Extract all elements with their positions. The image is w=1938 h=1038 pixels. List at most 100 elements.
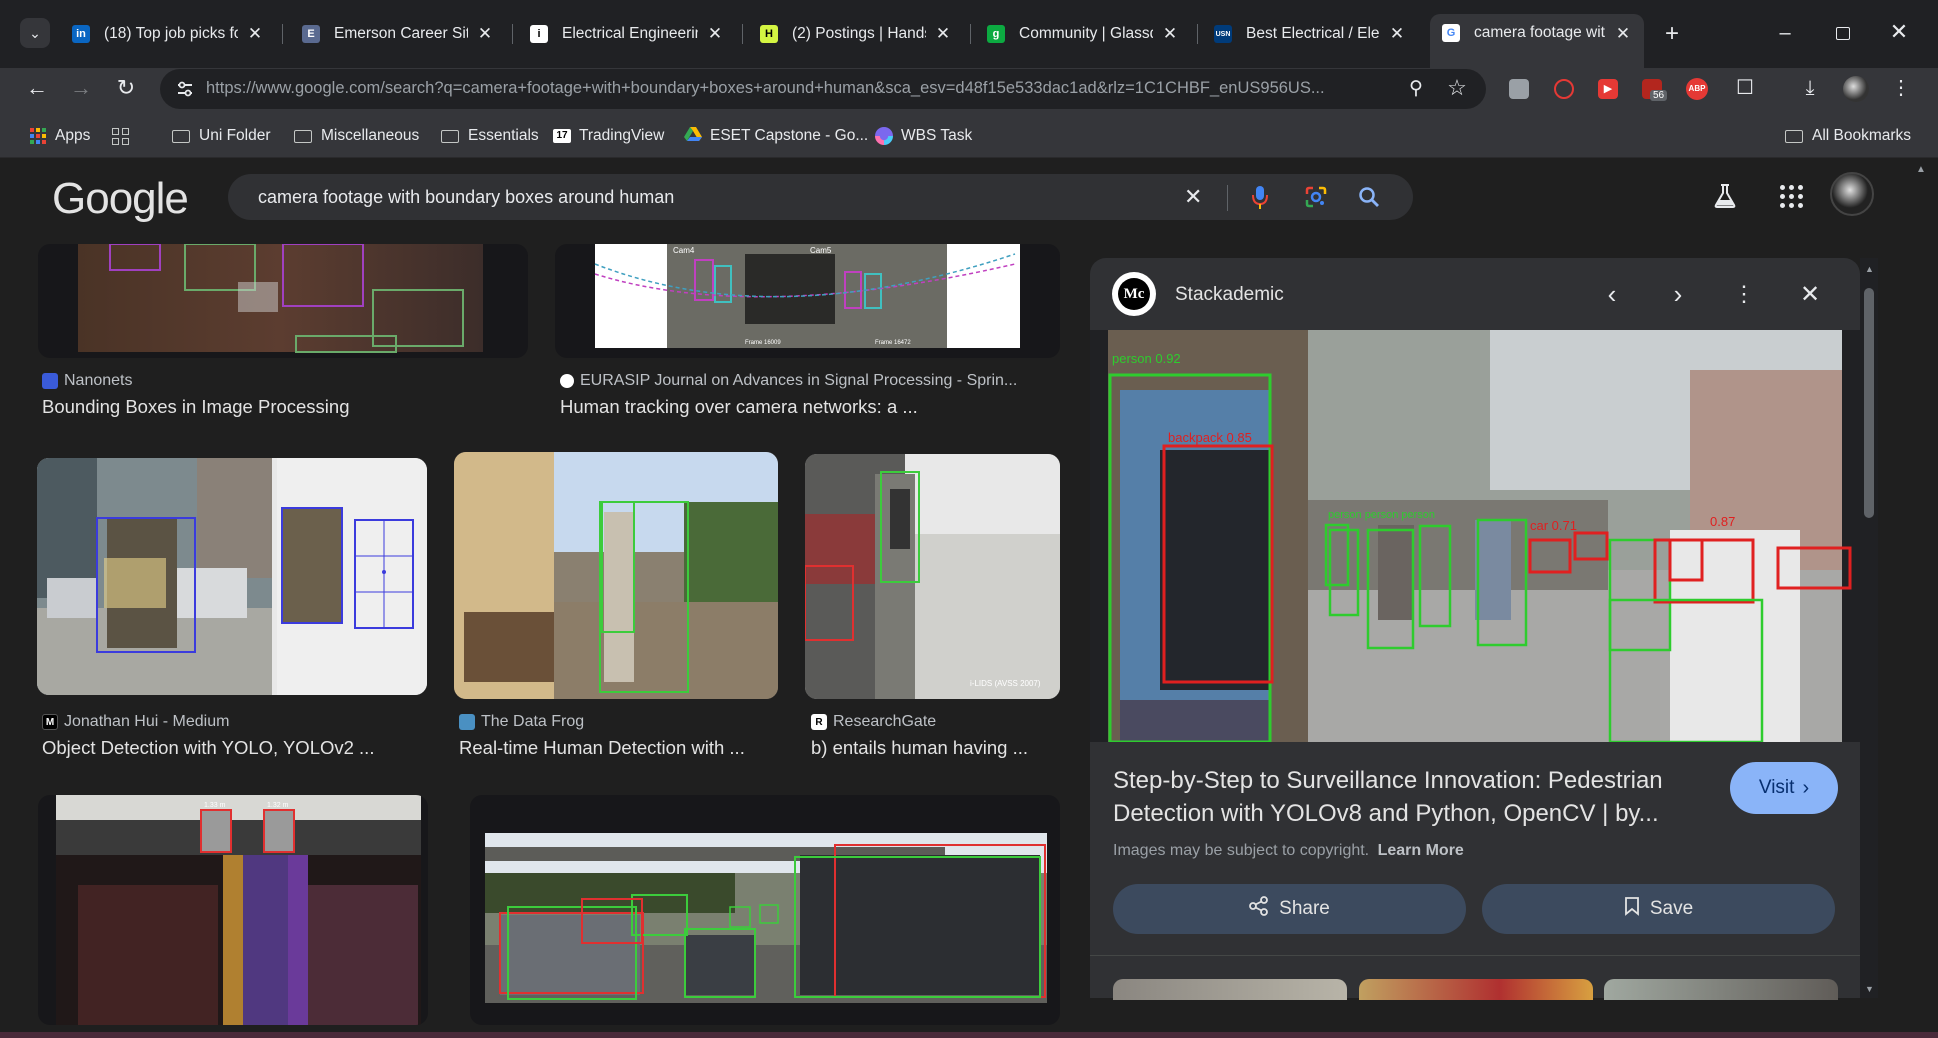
- restore-icon[interactable]: [1836, 27, 1850, 40]
- previous-icon[interactable]: ‹: [1597, 279, 1627, 309]
- bookmark-label: ESET Capstone - Go...: [710, 127, 869, 144]
- bookmark-uni-folder[interactable]: Uni Folder: [172, 124, 271, 148]
- result-title[interactable]: Real-time Human Detection with ...: [459, 737, 774, 759]
- result-source[interactable]: M Jonathan Hui - Medium: [42, 713, 229, 731]
- minimize-icon[interactable]: –: [1770, 18, 1800, 48]
- bookmark-eset-capstone[interactable]: ESET Capstone - Go...: [684, 124, 868, 148]
- bookmark-label: TradingView: [579, 127, 665, 144]
- browser-tab[interactable]: i Electrical Engineering ✕: [518, 14, 736, 54]
- result-title[interactable]: Object Detection with YOLO, YOLOv2 ...: [42, 737, 437, 759]
- learn-more-link[interactable]: Learn More: [1378, 842, 1464, 859]
- site-info-icon[interactable]: [176, 81, 194, 97]
- labs-flask-icon[interactable]: [1712, 183, 1738, 214]
- page-scrollbar[interactable]: ▲: [1910, 160, 1928, 1032]
- close-tab-icon[interactable]: ✕: [246, 24, 264, 44]
- browser-tab[interactable]: in (18) Top job picks for ✕: [60, 14, 276, 54]
- nanonets-icon: [42, 373, 58, 389]
- result-image-eurasip[interactable]: Cam4 Cam5 Frame 16009 Frame 16472: [555, 244, 1060, 358]
- close-tab-icon[interactable]: ✕: [1388, 24, 1406, 44]
- related-image-3[interactable]: [1604, 979, 1838, 1000]
- result-title[interactable]: Bounding Boxes in Image Processing: [42, 396, 542, 418]
- source-label: Nanonets: [64, 372, 133, 389]
- download-icon[interactable]: ⤓: [1795, 73, 1825, 103]
- result-image-datafrog[interactable]: [454, 452, 778, 699]
- panel-scroll-thumb[interactable]: [1864, 288, 1874, 518]
- visit-button[interactable]: Visit ›: [1730, 762, 1838, 814]
- tab-title: camera footage with: [1474, 24, 1606, 41]
- extension-icon-3[interactable]: ▶: [1598, 79, 1618, 99]
- google-icon: G: [1442, 24, 1460, 42]
- account-avatar[interactable]: [1830, 172, 1874, 216]
- panel-preview-image[interactable]: person 0.92 backpack 0.85 person person …: [1090, 330, 1860, 742]
- google-lens-icon[interactable]: [1304, 185, 1328, 214]
- close-panel-icon[interactable]: ✕: [1795, 280, 1825, 310]
- bookmark-apps[interactable]: Apps: [30, 124, 90, 148]
- all-bookmarks[interactable]: All Bookmarks: [1785, 124, 1911, 148]
- next-icon[interactable]: ›: [1663, 279, 1693, 309]
- related-image-1[interactable]: [1113, 979, 1347, 1000]
- search-input[interactable]: camera footage with boundary boxes aroun…: [258, 187, 674, 208]
- close-tab-icon[interactable]: ✕: [476, 24, 494, 44]
- close-tab-icon[interactable]: ✕: [1614, 24, 1632, 44]
- clear-search-icon[interactable]: ✕: [1184, 184, 1202, 210]
- apps-grid-icon: [30, 128, 46, 144]
- extension-icon-1[interactable]: [1509, 79, 1529, 99]
- handshake-icon: H: [760, 25, 778, 43]
- result-source[interactable]: EURASIP Journal on Advances in Signal Pr…: [560, 372, 1017, 390]
- result-source[interactable]: Nanonets: [42, 372, 133, 390]
- panel-title-line-1: Step-by-Step to Surveillance Innovation:…: [1113, 767, 1663, 794]
- search-icon[interactable]: [1358, 186, 1380, 213]
- close-tab-icon[interactable]: ✕: [934, 24, 952, 44]
- profile-avatar[interactable]: [1843, 76, 1869, 102]
- bookmark-miscellaneous[interactable]: Miscellaneous: [294, 124, 419, 148]
- panel-scrollbar[interactable]: ▲ ▼: [1860, 258, 1878, 998]
- tab-search-icon[interactable]: ⌄: [20, 18, 50, 48]
- result-source[interactable]: R ResearchGate: [811, 713, 936, 731]
- address-bar[interactable]: https://www.google.com/search?q=camera+f…: [160, 69, 1486, 109]
- browser-tab[interactable]: Gcamera footage with ✕: [1430, 14, 1644, 68]
- close-tab-icon[interactable]: ✕: [1161, 24, 1179, 44]
- browser-tab[interactable]: E Emerson Career Site | ✕: [290, 14, 506, 54]
- new-tab-button[interactable]: +: [1657, 19, 1687, 49]
- panel-source[interactable]: Stackademic: [1175, 284, 1284, 306]
- chrome-menu-icon[interactable]: ⋮: [1886, 73, 1916, 103]
- voice-search-icon[interactable]: [1252, 184, 1268, 215]
- more-options-icon[interactable]: ⋮: [1729, 279, 1759, 309]
- close-window-icon[interactable]: ✕: [1884, 17, 1914, 47]
- result-image-researchgate[interactable]: i-LIDS (AVSS 2007): [805, 454, 1060, 699]
- forward-icon[interactable]: →: [66, 73, 96, 103]
- tab-groups-button[interactable]: [112, 124, 129, 148]
- result-source[interactable]: The Data Frog: [459, 713, 584, 731]
- folder-icon: [294, 129, 312, 143]
- result-image-depth[interactable]: 1.33 m 1.32 m: [38, 795, 428, 1025]
- tab-separator: [512, 24, 513, 44]
- tab-title: (18) Top job picks for: [104, 25, 238, 42]
- bookmark-wbs-task[interactable]: WBS Task: [875, 124, 972, 148]
- bookmark-tradingview[interactable]: 17 TradingView: [553, 124, 664, 148]
- search-box[interactable]: camera footage with boundary boxes aroun…: [228, 174, 1413, 220]
- result-image-yolo[interactable]: [37, 458, 427, 695]
- bookmark-star-icon[interactable]: ☆: [1442, 73, 1472, 103]
- extensions-puzzle-icon[interactable]: ☐: [1730, 73, 1760, 103]
- related-image-2[interactable]: [1359, 979, 1593, 1000]
- reload-icon[interactable]: ↻: [111, 73, 141, 103]
- browser-tab[interactable]: g Community | Glassdo ✕: [975, 14, 1191, 54]
- google-logo[interactable]: Google: [52, 174, 189, 224]
- extension-icon-2[interactable]: [1554, 79, 1574, 99]
- browser-tab[interactable]: H (2) Postings | Handsh ✕: [748, 14, 964, 54]
- result-image-nanonets[interactable]: [38, 244, 528, 358]
- medium-icon: M: [42, 714, 58, 730]
- google-apps-icon[interactable]: [1780, 185, 1803, 208]
- back-icon[interactable]: ←: [22, 73, 52, 103]
- result-title[interactable]: b) entails human having ...: [811, 737, 1066, 759]
- result-title[interactable]: Human tracking over camera networks: a .…: [560, 396, 1060, 418]
- panel-title[interactable]: Step-by-Step to Surveillance Innovation:…: [1113, 764, 1713, 830]
- bookmark-essentials[interactable]: Essentials: [441, 124, 539, 148]
- result-image-cars[interactable]: [470, 795, 1060, 1025]
- adblock-plus-icon[interactable]: ABP: [1686, 78, 1708, 100]
- browser-tab[interactable]: USN Best Electrical / Electr ✕: [1202, 14, 1418, 54]
- share-button[interactable]: Share: [1113, 884, 1466, 934]
- save-button[interactable]: Save: [1482, 884, 1835, 934]
- zoom-icon[interactable]: ⚲: [1401, 74, 1431, 104]
- close-tab-icon[interactable]: ✕: [706, 24, 724, 44]
